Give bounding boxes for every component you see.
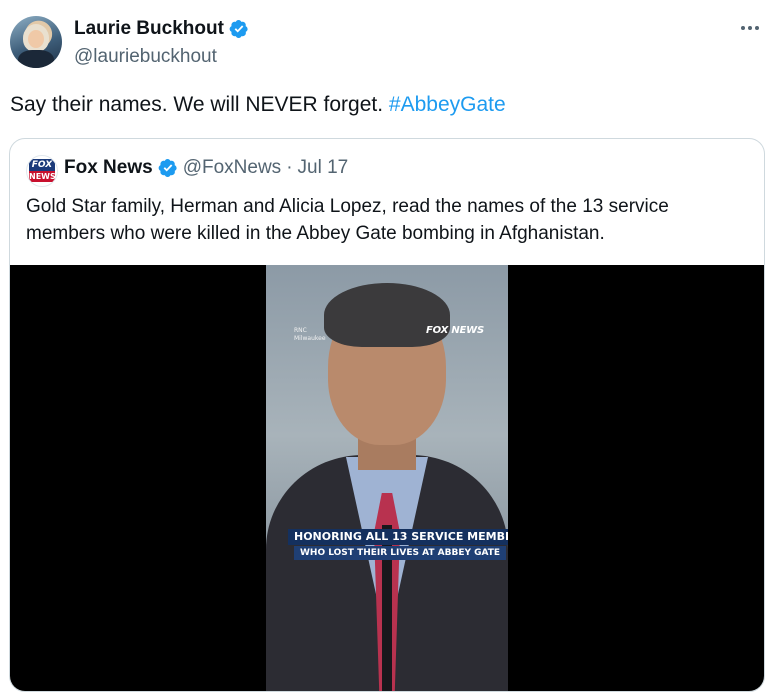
quoted-author-name[interactable]: Fox News	[64, 157, 153, 179]
fox-logo-bottom: NEWS	[29, 171, 56, 182]
header-separator: ·	[286, 157, 293, 178]
quoted-author-handle[interactable]: @FoxNews	[183, 157, 281, 179]
tweet-body: Say their names. We will NEVER forget.	[10, 93, 389, 116]
avatar-body	[18, 50, 54, 68]
chyron-line-2: WHO LOST THEIR LIVES AT ABBEY GATE	[294, 546, 507, 560]
verified-badge-icon	[229, 20, 248, 38]
author-name[interactable]: Laurie Buckhout	[74, 18, 224, 40]
fox-news-avatar[interactable]: FOX NEWS	[26, 155, 58, 187]
quoted-tweet-header: Fox News @FoxNews · Jul 17	[64, 157, 348, 179]
quoted-verified-badge-icon	[158, 159, 177, 177]
more-options-icon[interactable]	[738, 18, 762, 38]
tweet-text: Say their names. We will NEVER forget. #…	[10, 92, 506, 118]
author-handle[interactable]: @lauriebuckhout	[74, 46, 217, 68]
author-name-row[interactable]: Laurie Buckhout	[74, 18, 249, 40]
fox-news-watermark: FOX NEWS	[426, 325, 484, 336]
hashtag-link[interactable]: #AbbeyGate	[389, 93, 506, 116]
speaker-hair	[324, 283, 450, 347]
quoted-tweet-card[interactable]: FOX NEWS Fox News @FoxNews · Jul 17 Gold…	[9, 138, 765, 692]
quoted-tweet-text: Gold Star family, Herman and Alicia Lope…	[26, 196, 669, 244]
quoted-tweet-date[interactable]: Jul 17	[298, 157, 349, 179]
avatar-face	[28, 30, 44, 48]
video-player[interactable]: RNC Milwaukee FOX NEWS HONORING ALL 13 S…	[10, 265, 764, 691]
author-avatar[interactable]	[10, 16, 62, 68]
chyron-line-1: HONORING ALL 13 SERVICE MEMBERS	[288, 529, 508, 545]
fox-logo-top: FOX	[29, 159, 55, 171]
video-frame: RNC Milwaukee FOX NEWS HONORING ALL 13 S…	[266, 265, 508, 691]
rnc-corner-label: RNC Milwaukee	[294, 327, 326, 342]
